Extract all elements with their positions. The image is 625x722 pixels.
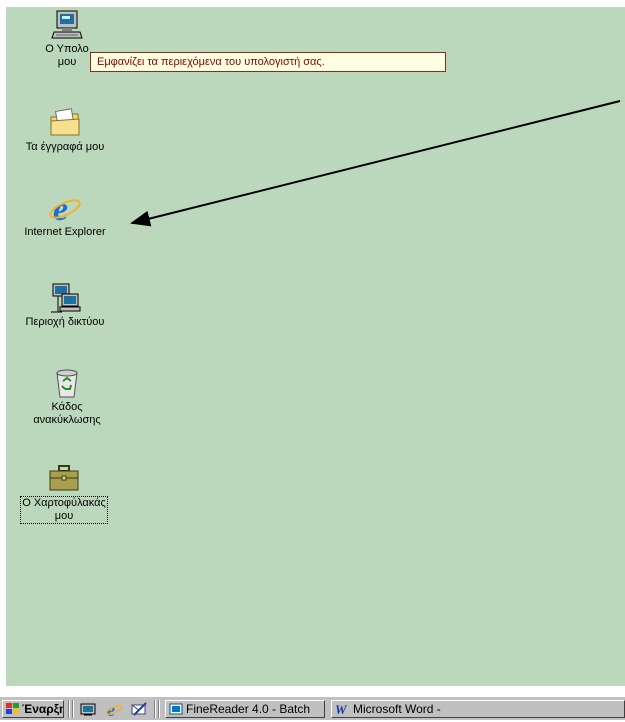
svg-text:W: W [335,703,348,715]
taskbar: Έναρξη e FineReader 4.0 - Batch W Micros… [0,696,625,720]
internet-explorer-icon[interactable]: e [105,700,123,720]
task-button-finereader[interactable]: FineReader 4.0 - Batch [165,700,325,718]
task-label-word: Microsoft Word - [353,702,441,716]
start-label: Έναρξη [22,702,64,716]
taskbar-separator [158,700,160,718]
task-label-finereader: FineReader 4.0 - Batch [186,702,311,716]
taskbar-separator [72,700,74,718]
taskbar-separator [154,700,156,718]
word-icon: W [335,702,351,717]
annotation-arrow [130,100,621,227]
finereader-icon [169,703,183,715]
windows-logo-icon [6,703,20,715]
start-button[interactable]: Έναρξη [2,700,64,718]
outlook-express-icon[interactable] [130,701,148,717]
taskbar-separator [68,700,70,718]
show-desktop-icon[interactable] [80,701,98,717]
task-button-word[interactable]: W Microsoft Word - [331,700,625,718]
